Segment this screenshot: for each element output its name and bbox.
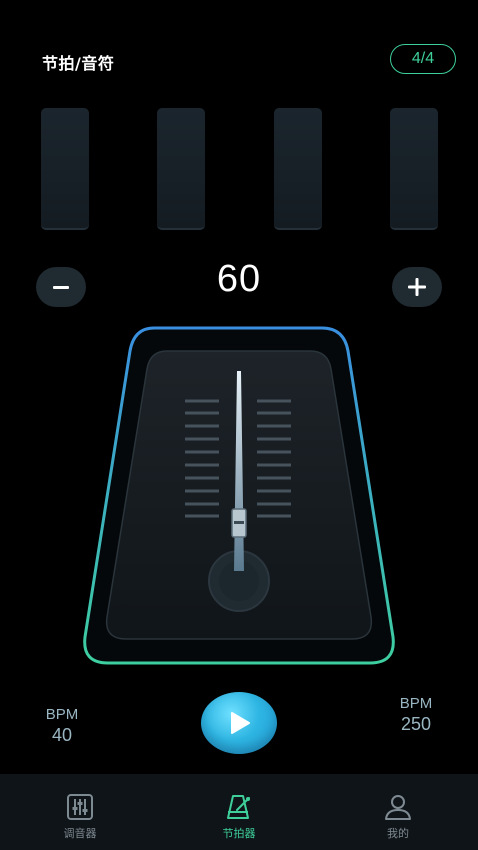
tuner-sliders-icon [67, 794, 93, 820]
tab-tuner[interactable]: 调音器 [20, 774, 140, 850]
max-bpm-value: 250 [400, 714, 432, 734]
bottom-tab-bar: 调音器 节拍器 我的 [0, 774, 478, 850]
metronome-graphic[interactable] [82, 325, 396, 667]
max-bpm-label: BPM [399, 695, 433, 712]
user-icon [385, 795, 411, 820]
beat-indicator-3[interactable] [274, 108, 322, 230]
increase-bpm-button[interactable] [392, 267, 442, 307]
metronome-icon [227, 795, 250, 819]
beat-indicator-2[interactable] [157, 108, 205, 230]
time-signature-button[interactable]: 4/4 [390, 44, 456, 74]
page-title: 节拍/音符 [42, 54, 115, 73]
tab-metronome[interactable]: 节拍器 [179, 774, 299, 850]
beat-indicator-4[interactable] [390, 108, 438, 230]
min-bpm-label: BPM [45, 706, 79, 723]
play-button[interactable] [201, 692, 277, 754]
min-bpm-display: BPM 40 [22, 706, 102, 746]
tab-tuner-label: 调音器 [63, 827, 97, 840]
tab-profile-label: 我的 [387, 827, 409, 840]
tab-profile[interactable]: 我的 [338, 774, 458, 850]
tab-metronome-label: 节拍器 [222, 827, 256, 840]
beat-indicator-1[interactable] [41, 108, 89, 230]
min-bpm-value: 40 [51, 725, 73, 745]
plus-icon [408, 278, 426, 296]
play-icon [231, 712, 250, 734]
max-bpm-display: BPM 250 [376, 695, 456, 735]
